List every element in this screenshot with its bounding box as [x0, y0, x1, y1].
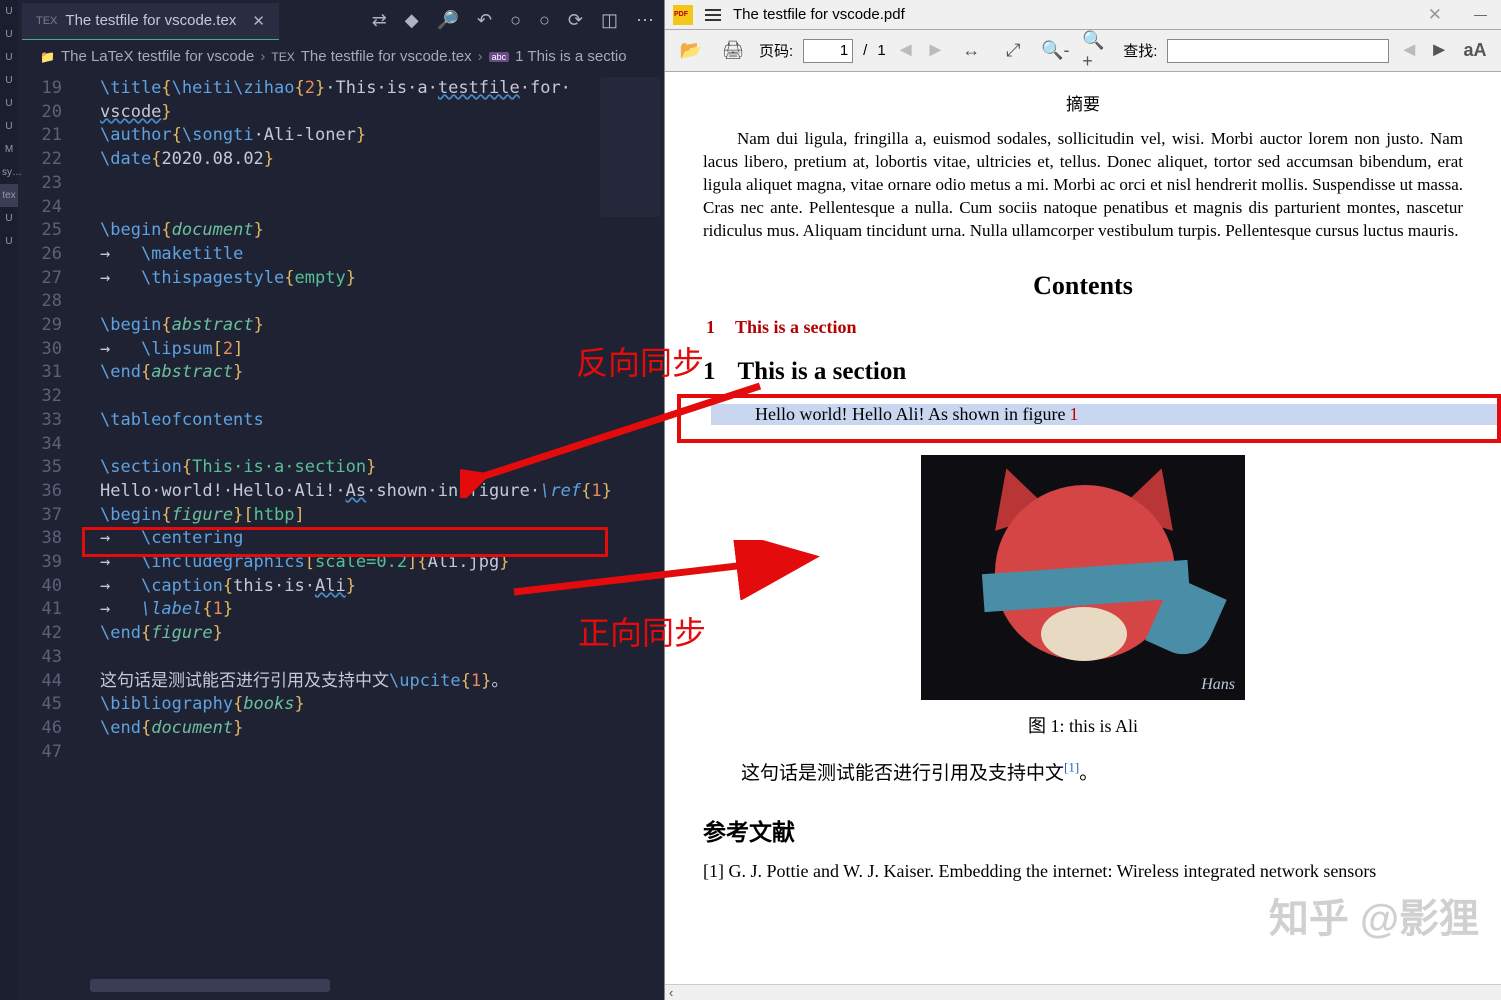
- tab-file[interactable]: TEX The testfile for vscode.tex ✕: [22, 3, 279, 40]
- pdf-status-bar: ‹: [665, 984, 1501, 1000]
- scroll-left-icon[interactable]: ‹: [669, 985, 673, 1000]
- pdf-title: The testfile for vscode.pdf: [733, 6, 905, 23]
- page-next-icon[interactable]: ►: [925, 39, 945, 62]
- page-input[interactable]: [803, 39, 853, 63]
- open-file-icon[interactable]: 📂: [675, 35, 707, 67]
- pdf-page[interactable]: 摘要 Nam dui ligula, fringilla a, euismod …: [665, 72, 1501, 984]
- toc-entry[interactable]: 1This is a section: [703, 317, 1463, 338]
- compare-icon[interactable]: ⇄: [372, 10, 387, 31]
- commit-next-icon[interactable]: ○: [539, 10, 550, 31]
- fit-page-icon[interactable]: ⤢: [997, 35, 1029, 67]
- watermark: 知乎 @影狸: [1269, 886, 1479, 944]
- reference-item: [1] G. J. Pottie and W. J. Kaiser. Embed…: [703, 861, 1463, 882]
- folder-icon: 📁: [40, 50, 55, 64]
- highlighted-text: Hello world! Hello Ali! As shown in figu…: [711, 404, 1497, 425]
- horizontal-scrollbar[interactable]: [90, 979, 330, 992]
- fit-width-icon[interactable]: ↔: [955, 35, 987, 67]
- tex-file-icon: TEX: [36, 15, 57, 27]
- pdf-titlebar: The testfile for vscode.pdf ✕ —: [665, 0, 1501, 30]
- commit-prev-icon[interactable]: ○: [510, 10, 521, 31]
- print-icon[interactable]: 🖨: [717, 35, 749, 67]
- chinese-paragraph: 这句话是测试能否进行引用及支持中文[1]。: [703, 758, 1463, 785]
- search-input[interactable]: [1167, 39, 1389, 63]
- diff-icon[interactable]: ◆: [405, 10, 419, 31]
- search-prev-icon[interactable]: ◄: [1399, 39, 1419, 62]
- symbol-icon: abc: [489, 52, 510, 62]
- editor-pane: UUU UUU Msy… tex UU TEX The testfile for…: [0, 0, 664, 1000]
- annotation-highlight-pdf: Hello world! Hello Ali! As shown in figu…: [677, 394, 1501, 443]
- figure-image: Hans: [921, 455, 1245, 700]
- pdf-toolbar: 📂 🖨 页码: / 1 ◄ ► ↔ ⤢ 🔍- 🔍+ 查找: ◄ ► aA: [665, 30, 1501, 72]
- citation-link[interactable]: [1]: [1064, 759, 1079, 774]
- close-icon[interactable]: ✕: [1428, 5, 1462, 25]
- abstract-body: Nam dui ligula, fringilla a, euismod sod…: [703, 127, 1463, 243]
- tab-title: The testfile for vscode.tex: [65, 12, 236, 29]
- references-title: 参考文献: [703, 813, 1463, 847]
- minimize-icon[interactable]: —: [1474, 7, 1493, 22]
- history-icon[interactable]: ⟳: [568, 10, 583, 31]
- split-editor-icon[interactable]: ◫: [601, 10, 618, 31]
- breadcrumbs[interactable]: 📁 The LaTeX testfile for vscode › TEX Th…: [0, 42, 664, 71]
- page-prev-icon[interactable]: ◄: [896, 39, 916, 62]
- editor-toolbar: ⇄ ◆ 🔎 ↶ ○ ○ ⟳ ◫ ⋯: [372, 10, 654, 31]
- menu-icon[interactable]: [705, 9, 721, 21]
- abstract-title: 摘要: [703, 90, 1463, 115]
- figure-caption: 图 1: this is Ali: [703, 712, 1463, 738]
- zoom-out-icon[interactable]: 🔍-: [1039, 35, 1071, 67]
- code-editor[interactable]: 1920212223242526272829303132333435363738…: [0, 71, 664, 1000]
- line-gutter: 1920212223242526272829303132333435363738…: [0, 77, 78, 764]
- pdf-viewer-pane: The testfile for vscode.pdf ✕ — 📂 🖨 页码: …: [664, 0, 1501, 1000]
- tab-bar: TEX The testfile for vscode.tex ✕ ⇄ ◆ 🔎 …: [0, 0, 664, 42]
- contents-title: Contents: [703, 271, 1463, 301]
- zoom-in-icon[interactable]: 🔍+: [1081, 35, 1113, 67]
- minimap[interactable]: [600, 77, 660, 217]
- search-icon[interactable]: 🔎: [437, 10, 459, 31]
- search-next-icon[interactable]: ►: [1429, 39, 1449, 62]
- more-icon[interactable]: ⋯: [636, 10, 654, 31]
- search-label: 查找:: [1123, 40, 1157, 61]
- page-label: 页码:: [759, 40, 793, 61]
- undo-icon[interactable]: ↶: [477, 10, 492, 31]
- match-case-icon[interactable]: aA: [1459, 35, 1491, 67]
- section-heading: 1This is a section: [703, 358, 1463, 386]
- pdf-app-icon: [673, 5, 693, 25]
- tab-close-icon[interactable]: ✕: [252, 12, 265, 30]
- code-content[interactable]: \title{\heiti\zihao{2}·This·is·a·testfil…: [100, 77, 664, 741]
- tex-file-icon: TEX: [271, 50, 294, 64]
- page-total: 1: [877, 42, 885, 59]
